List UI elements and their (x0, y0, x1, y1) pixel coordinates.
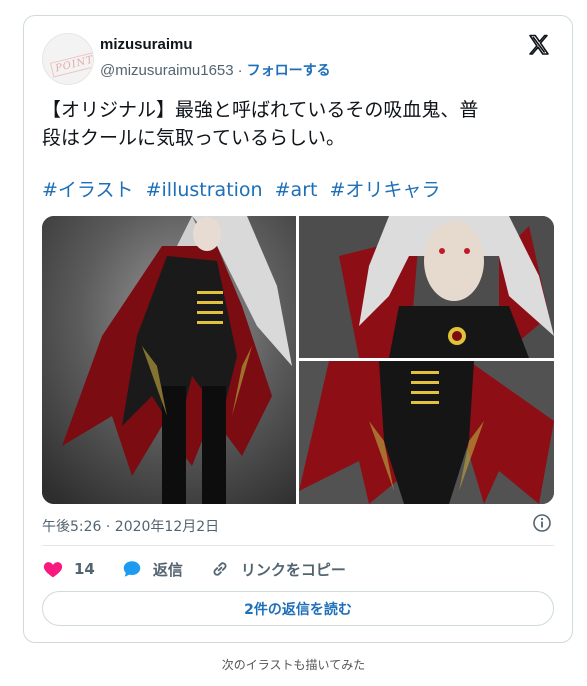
handle-row: @mizusuraimu1653 · フォローする (100, 60, 331, 80)
read-replies-button[interactable]: 2件の返信を読む (42, 591, 554, 626)
media-image-3[interactable] (299, 361, 554, 504)
copy-link-label: リンクをコピー (240, 560, 346, 579)
reply-button[interactable]: 返信 (121, 558, 183, 580)
x-logo-icon[interactable] (527, 33, 551, 57)
tweet-text-line-1: 【オリジナル】最強と呼ばれているその吸血鬼、普 (42, 99, 479, 121)
speech-bubble-icon (123, 561, 141, 577)
hashtag-original-character[interactable]: #オリキャラ (330, 179, 441, 201)
hashtag-illust-jp[interactable]: #イラスト (42, 179, 134, 201)
hashtags: #イラスト #illustration #art #オリキャラ (42, 176, 446, 204)
reply-label: 返信 (152, 560, 183, 579)
copy-link-button[interactable]: リンクをコピー (209, 558, 346, 580)
avatar[interactable]: POINT (42, 33, 94, 85)
caption: 次のイラストも描いてみた (221, 658, 366, 672)
media-grid (42, 216, 554, 504)
link-icon (213, 562, 227, 576)
media-image-1[interactable] (42, 216, 296, 504)
avatar-stamp: POINT (49, 51, 93, 78)
divider-top (42, 545, 554, 546)
timestamp[interactable]: 午後5:26 · 2020年12月2日 (42, 516, 219, 536)
follow-link[interactable]: フォローする (247, 60, 331, 80)
hashtag-art[interactable]: #art (275, 179, 318, 201)
user-handle[interactable]: @mizusuraimu1653 (100, 62, 234, 79)
like-count: 14 (74, 560, 95, 578)
like-button[interactable]: 14 (42, 558, 95, 580)
tweet-text-line-2: 段はクールに気取っているらしい。 (42, 127, 346, 149)
action-bar: 14 返信 リンクをコピー (42, 556, 372, 582)
tweet-card: POINT mizusuraimu @mizusuraimu1653 · フォロ… (23, 15, 573, 643)
user-name[interactable]: mizusuraimu (100, 36, 193, 53)
hashtag-illustration[interactable]: #illustration (146, 179, 263, 201)
info-icon[interactable] (532, 513, 552, 533)
separator: · (237, 61, 243, 79)
media-image-2[interactable] (299, 216, 554, 358)
tweet-text: 【オリジナル】最強と呼ばれているその吸血鬼、普 段はクールに気取っているらしい。 (42, 96, 562, 152)
heart-icon (43, 562, 63, 578)
